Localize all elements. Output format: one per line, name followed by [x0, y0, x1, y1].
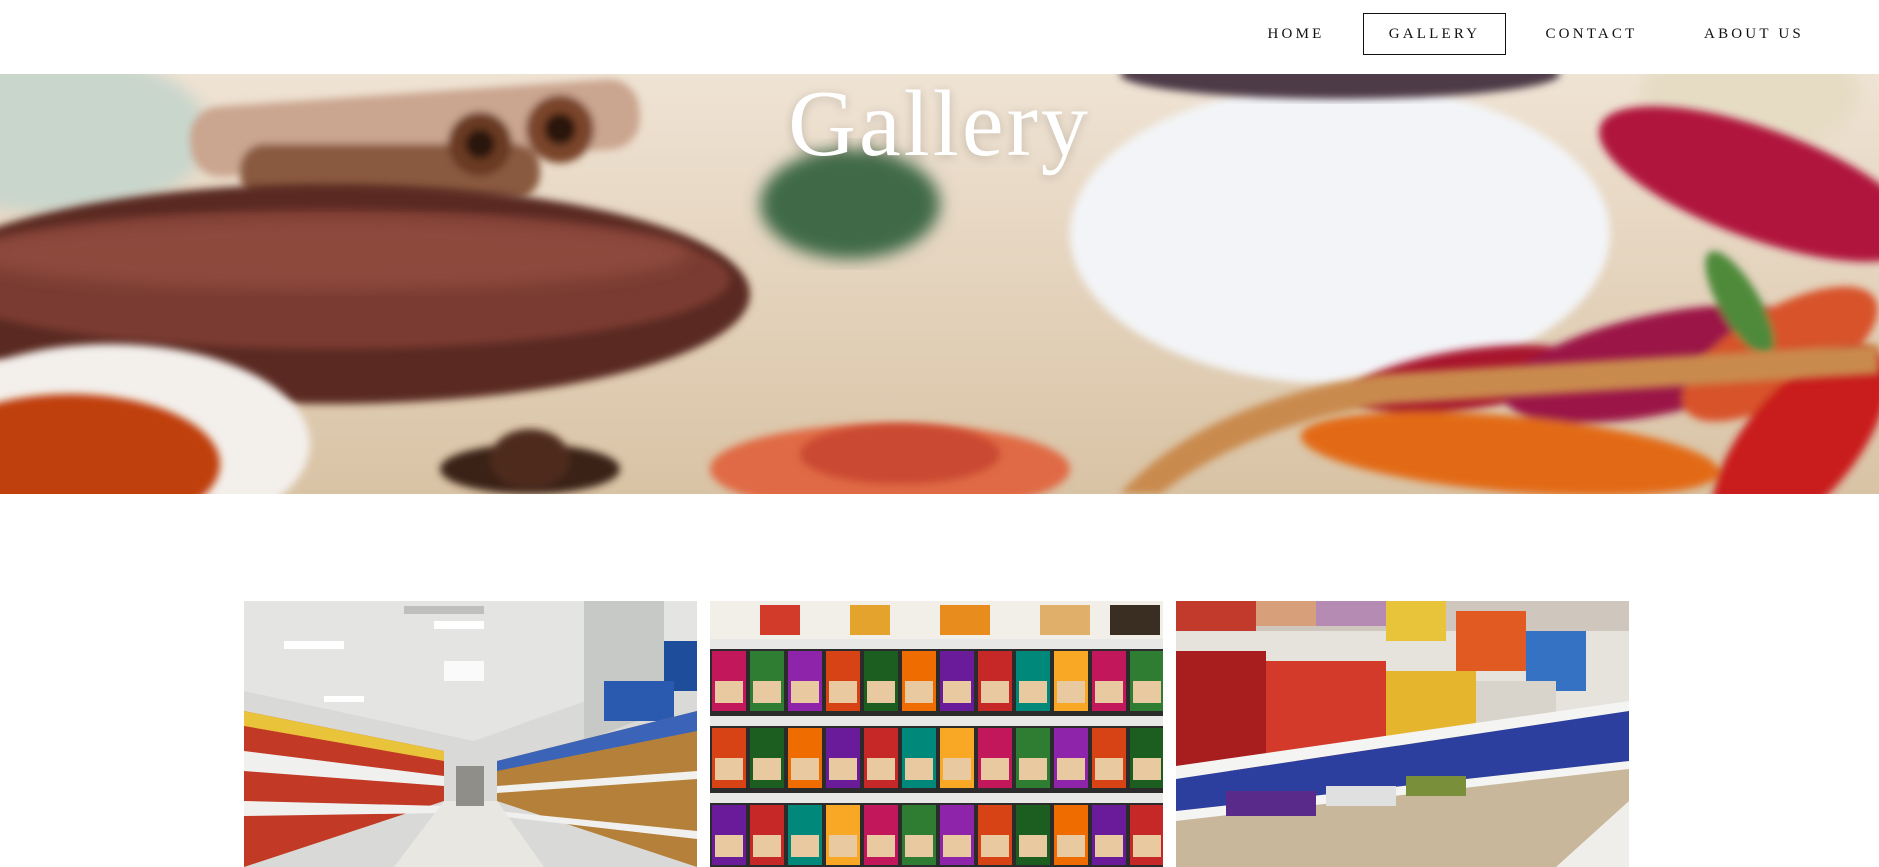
nav-gallery-link[interactable]: GALLERY: [1363, 13, 1506, 55]
nav-contact-link[interactable]: CONTACT: [1530, 13, 1653, 55]
spice-box-shelf-photo: [710, 601, 1163, 867]
photo-gallery-grid: [244, 601, 1629, 867]
grocery-aisle-photo: [244, 601, 697, 867]
nav-home-link[interactable]: HOME: [1250, 13, 1342, 55]
page-title: Gallery: [788, 74, 1091, 176]
snack-shelf-photo: [1176, 601, 1629, 867]
gallery-image-grocery-aisle[interactable]: [244, 601, 697, 867]
gallery-image-snack-shelf[interactable]: [1176, 601, 1629, 867]
hero-banner: Gallery: [0, 74, 1879, 494]
nav-about-us-link[interactable]: ABOUT US: [1694, 13, 1814, 55]
top-navigation-bar: HOME GALLERY CONTACT ABOUT US: [0, 0, 1879, 74]
gallery-image-spice-shelf[interactable]: [710, 601, 1163, 867]
